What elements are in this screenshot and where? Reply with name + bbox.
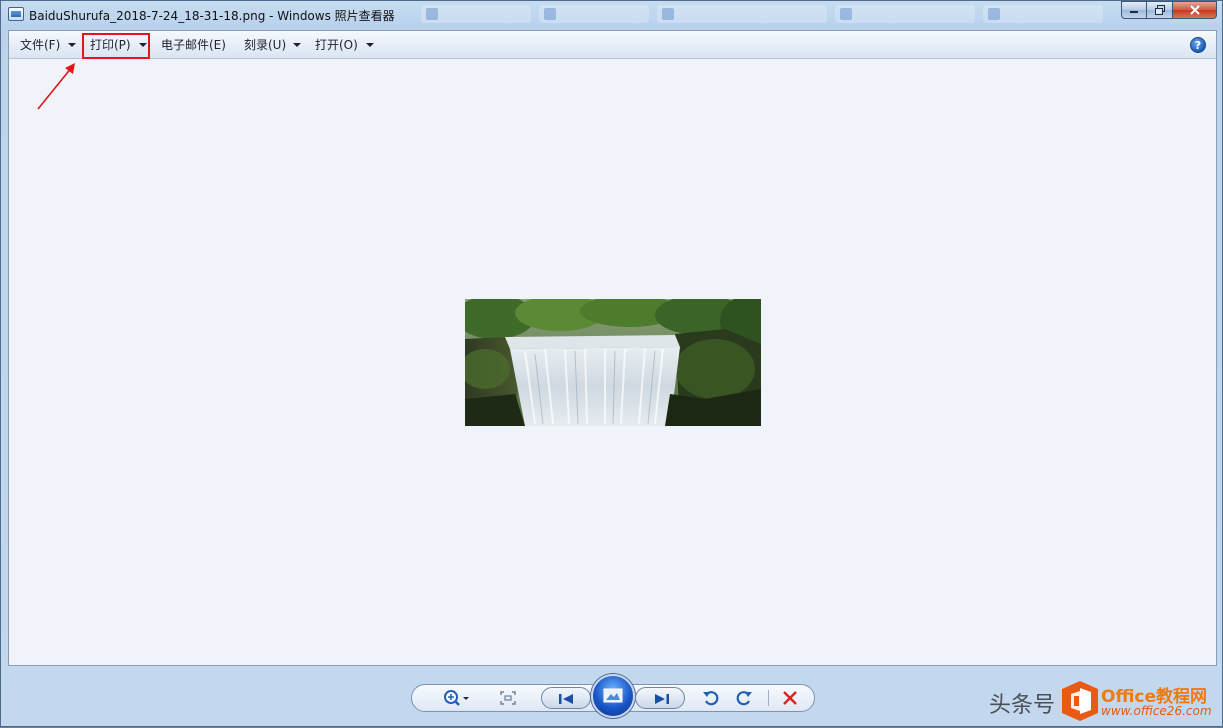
- print-highlight-box: [82, 33, 150, 59]
- watermark-toutiao-text: 头条号: [989, 693, 1056, 718]
- caption-buttons: [1121, 1, 1217, 19]
- next-button[interactable]: [635, 687, 685, 709]
- minimize-icon: [1130, 11, 1138, 13]
- controls-divider: [768, 690, 769, 706]
- menu-email[interactable]: 电子邮件(E): [161, 37, 226, 53]
- rotate-left-button[interactable]: [700, 687, 722, 709]
- ghost-tab: [657, 5, 827, 23]
- slideshow-button[interactable]: [591, 674, 635, 718]
- delete-button[interactable]: [779, 687, 801, 709]
- maximize-button[interactable]: [1147, 1, 1173, 19]
- help-icon[interactable]: ?: [1190, 37, 1206, 53]
- photo-viewer-window: BaiduShurufa_2018-7-24_18-31-18.png - Wi…: [0, 0, 1223, 727]
- previous-button[interactable]: [541, 687, 591, 709]
- rotate-right-icon: [736, 691, 752, 706]
- rotate-right-button[interactable]: [733, 687, 755, 709]
- menu-file[interactable]: 文件(F): [20, 37, 60, 53]
- ghost-tab: [983, 5, 1103, 23]
- open-dropdown-arrow-icon[interactable]: [366, 43, 374, 47]
- viewer-client-area: 文件(F) 打印(P) 电子邮件(E) 刻录(U) 打开(O) ?: [8, 30, 1217, 666]
- window-title: BaiduShurufa_2018-7-24_18-31-18.png - Wi…: [29, 9, 395, 23]
- ghost-tab: [421, 5, 531, 23]
- ghost-tab: [835, 5, 975, 23]
- title-bar[interactable]: BaiduShurufa_2018-7-24_18-31-18.png - Wi…: [1, 1, 1222, 29]
- photo-viewer-app-icon[interactable]: [8, 7, 24, 21]
- annotation-arrow-icon: [37, 63, 75, 110]
- delete-icon: [783, 691, 797, 705]
- waterfall-image: [465, 299, 761, 426]
- file-dropdown-arrow-icon[interactable]: [68, 43, 76, 47]
- menu-burn[interactable]: 刻录(U): [244, 37, 286, 53]
- ghost-tab: [539, 5, 649, 23]
- command-bar: 文件(F) 打印(P) 电子邮件(E) 刻录(U) 打开(O) ?: [9, 31, 1216, 59]
- burn-dropdown-arrow-icon[interactable]: [293, 43, 301, 47]
- watermark-url: www.office26.com: [1101, 704, 1212, 718]
- rotate-left-icon: [703, 691, 719, 706]
- menu-open[interactable]: 打开(O): [315, 37, 358, 53]
- next-icon: [655, 694, 669, 704]
- actual-size-button[interactable]: [497, 688, 519, 708]
- slideshow-icon: [603, 688, 623, 703]
- minimize-button[interactable]: [1121, 1, 1147, 19]
- close-button[interactable]: [1173, 1, 1217, 19]
- office-logo-icon: [1062, 681, 1098, 721]
- photo-display-area: [9, 59, 1216, 665]
- zoom-icon: [444, 690, 469, 706]
- background-taskbar-reflection: [421, 3, 1111, 25]
- zoom-button[interactable]: [439, 687, 473, 709]
- close-icon: [1189, 5, 1200, 15]
- restore-icon: [1154, 5, 1165, 15]
- previous-icon: [559, 694, 573, 704]
- actual-size-icon: [500, 691, 516, 705]
